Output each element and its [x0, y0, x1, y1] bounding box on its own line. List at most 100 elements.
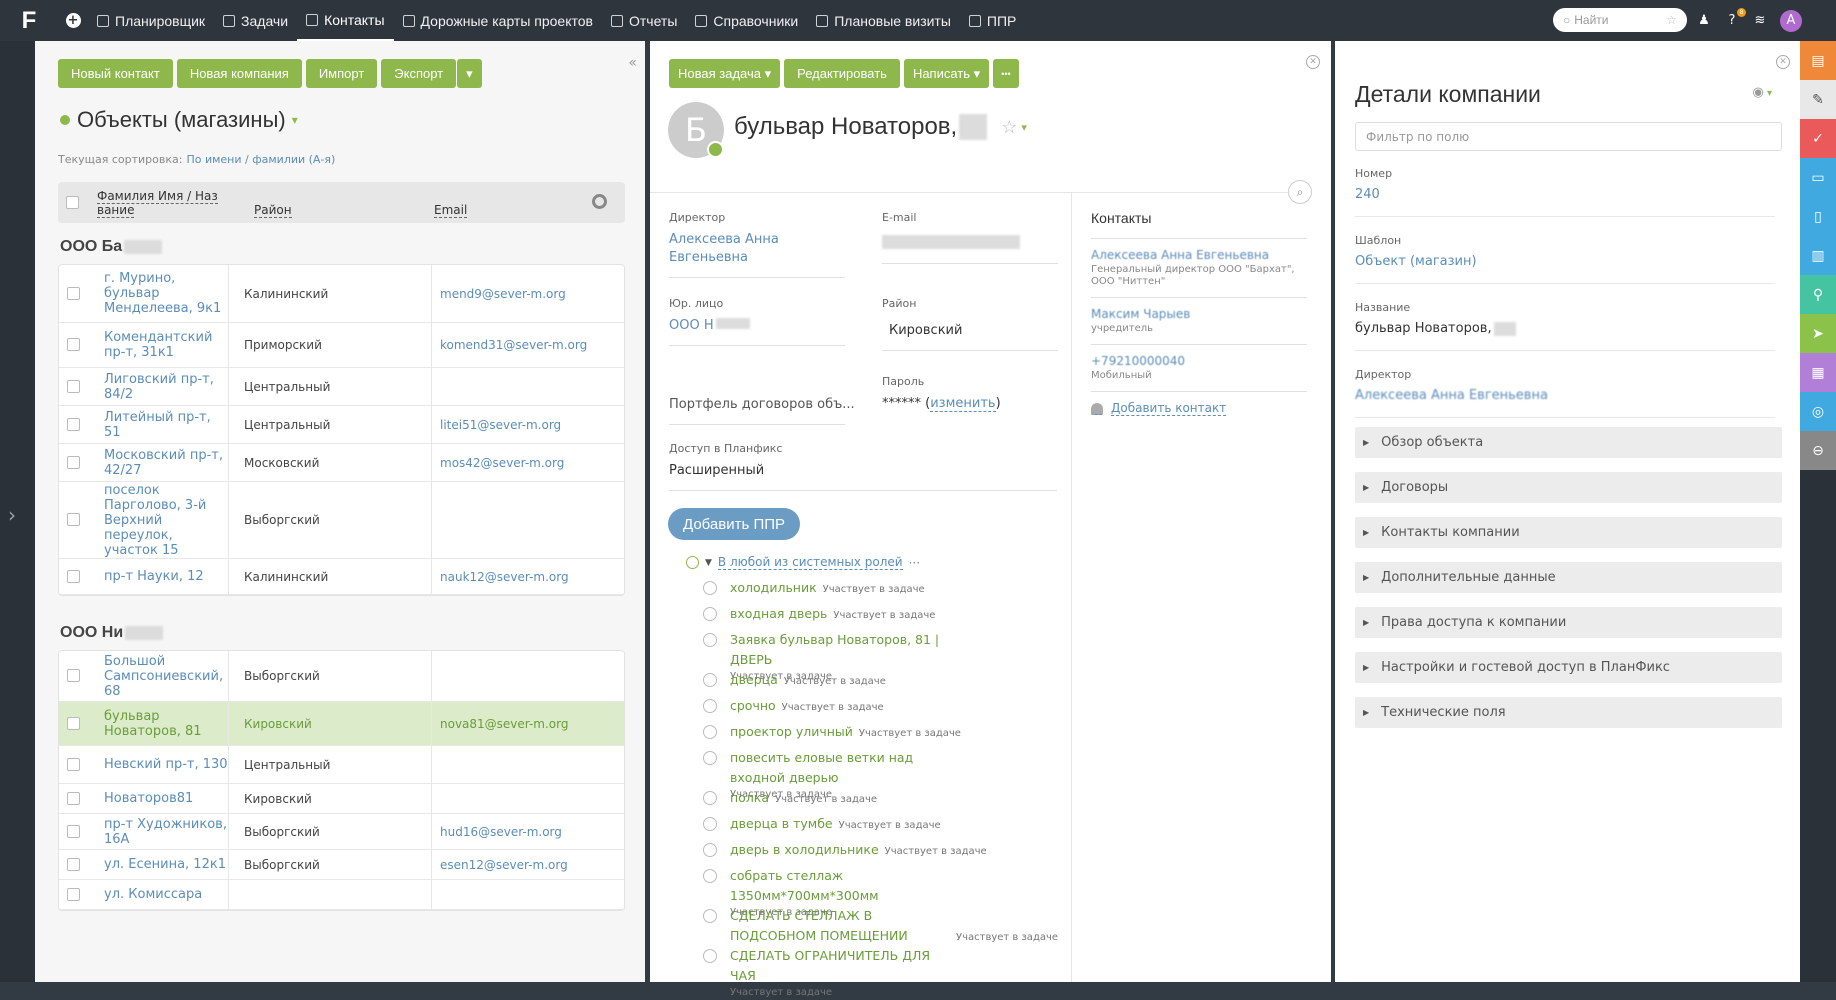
row-email[interactable]: nauk12@sever-m.org — [432, 559, 624, 594]
sort-link[interactable]: По имени / фамилии (А-я) — [186, 153, 335, 166]
close-icon[interactable]: ✕ — [1306, 55, 1320, 69]
task-title[interactable]: Заявка бульвар Новаторов, 81 | ДВЕРЬ — [730, 630, 950, 670]
planfix-logo[interactable]: F — [0, 0, 58, 41]
search-icon[interactable]: ⌕ — [1288, 180, 1312, 204]
task-title[interactable]: собрать стеллаж 1350мм*700мм*300мм — [730, 866, 950, 906]
accordion-section[interactable]: ▶ Дополнительные данные — [1355, 562, 1782, 593]
row-email[interactable]: hud16@sever-m.org — [432, 814, 624, 849]
table-row[interactable]: поселок Парголово, 3-й Верхний переулок,… — [59, 482, 624, 559]
select-all-checkbox[interactable] — [66, 196, 79, 209]
task-title[interactable]: холодильник — [730, 578, 817, 598]
director-link[interactable]: Алексеева Анна Евгеньевна — [669, 231, 779, 267]
header-name[interactable]: Фамилия Имя / Наз вание — [97, 188, 219, 218]
side-tool-icon-10[interactable]: ⊖ — [1800, 431, 1836, 470]
task-item[interactable]: проектор уличный Участвует в задаче — [703, 722, 961, 744]
row-name[interactable]: пр-т Науки, 12 — [59, 559, 229, 594]
edit-avatar-icon[interactable] — [707, 141, 724, 158]
more-icon[interactable]: ··· — [909, 556, 920, 570]
table-row[interactable]: ул. Комиссара — [59, 880, 624, 910]
field-filter-input[interactable]: Фильтр по полю — [1355, 122, 1782, 151]
row-email[interactable] — [432, 880, 624, 909]
header-district[interactable]: Район — [254, 189, 427, 218]
row-name[interactable]: г. Мурино, бульвар Менделеева, 9к1 — [59, 265, 229, 322]
nav-item-0[interactable]: Планировщик — [88, 0, 214, 41]
row-checkbox[interactable] — [67, 716, 80, 730]
nav-item-2[interactable]: Контакты — [297, 0, 394, 41]
task-item[interactable]: дверца в тумбе Участвует в задаче — [703, 814, 941, 836]
table-row[interactable]: Большой Сампсониевский, 68 Выборгский — [59, 651, 624, 702]
row-checkbox[interactable] — [67, 417, 80, 431]
task-title[interactable]: повесить еловые ветки над входной дверью — [730, 748, 950, 788]
table-row[interactable]: ул. Есенина, 12к1 Выборгский esen12@sever-… — [59, 850, 624, 880]
detail-value[interactable]: 240 — [1355, 187, 1775, 202]
import-button[interactable]: Импорт — [305, 59, 378, 88]
table-row[interactable]: Литейный пр-т, 51 Центральный litei51@seve… — [59, 406, 624, 444]
new-company-button[interactable]: Новая компания — [176, 59, 302, 88]
nav-item-1[interactable]: Задачи — [214, 0, 297, 41]
eye-icon[interactable]: ◉ ▾ — [1752, 85, 1772, 100]
task-status-circle[interactable] — [703, 909, 717, 923]
row-name[interactable]: бульвар Новаторов, 81 — [59, 702, 229, 745]
row-name[interactable]: Московский пр-т, 42/27 — [59, 444, 229, 481]
task-status-circle[interactable] — [703, 949, 717, 963]
row-checkbox[interactable] — [67, 513, 80, 526]
task-title[interactable]: срочно — [730, 696, 776, 716]
list-title[interactable]: Объекты (магазины) ▾ — [60, 107, 298, 133]
nav-item-3[interactable]: Дорожные карты проектов — [394, 0, 602, 41]
chevron-down-icon[interactable]: ▾ — [1021, 121, 1027, 134]
task-title[interactable]: СДЕЛАТЬ СТЕЛЛАЖ В ПОДСОБНОМ ПОМЕЩЕНИИ — [730, 906, 950, 946]
task-status-circle[interactable] — [703, 725, 717, 739]
export-menu-button[interactable]: ▾ — [457, 59, 482, 88]
row-email[interactable] — [432, 368, 624, 405]
side-tool-icon-4[interactable]: ▯ — [1800, 197, 1836, 236]
task-title[interactable]: входная дверь — [730, 604, 827, 624]
row-checkbox[interactable] — [67, 757, 80, 771]
task-item[interactable]: холодильник Участвует в задаче — [703, 578, 925, 600]
nav-item-6[interactable]: Плановые визиты — [807, 0, 960, 41]
row-checkbox[interactable] — [67, 286, 80, 300]
nav-item-7[interactable]: ППР — [960, 0, 1025, 41]
row-checkbox[interactable] — [67, 791, 80, 805]
side-tool-icon-6[interactable]: ⚲ — [1800, 275, 1836, 314]
task-item[interactable]: дверца Участвует в задаче — [703, 670, 886, 692]
row-name[interactable]: Комендантский пр-т, 31к1 — [59, 323, 229, 367]
row-checkbox[interactable] — [67, 338, 80, 351]
row-email[interactable] — [432, 784, 624, 813]
row-name[interactable]: ул. Комиссара — [59, 880, 229, 909]
accordion-section[interactable]: ▶ Договоры — [1355, 472, 1782, 503]
side-tool-icon-1[interactable]: ✎ — [1800, 80, 1836, 119]
table-row[interactable]: Новаторов81 Кировский — [59, 784, 624, 814]
row-email[interactable]: mend9@sever-m.org — [432, 265, 624, 322]
legal-entity-link[interactable]: ООО Н — [669, 317, 845, 335]
task-item[interactable]: входная дверь Участвует в задаче — [703, 604, 935, 626]
accordion-section[interactable]: ▶ Технические поля — [1355, 697, 1782, 728]
contact-name[interactable]: +79210000040 — [1091, 354, 1307, 368]
row-email[interactable]: esen12@sever-m.org — [432, 850, 624, 879]
nav-item-5[interactable]: Справочники — [686, 0, 807, 41]
row-email[interactable]: litei51@sever-m.org — [432, 406, 624, 443]
header-email[interactable]: Email — [434, 189, 468, 218]
edit-button[interactable]: Редактировать — [784, 59, 900, 88]
task-title[interactable]: проектор уличный — [730, 722, 853, 742]
task-status-circle[interactable] — [703, 869, 717, 883]
task-item[interactable]: СДЕЛАТЬ СТЕЛЛАЖ В ПОДСОБНОМ ПОМЕЩЕНИИ Уча… — [703, 906, 1058, 948]
row-checkbox[interactable] — [67, 379, 80, 393]
row-checkbox[interactable] — [67, 824, 80, 838]
global-search-input[interactable]: ○ Найти ☆ — [1553, 8, 1687, 32]
side-tool-icon-0[interactable]: ▤ — [1800, 41, 1836, 80]
write-button[interactable]: Написать ▾ — [903, 59, 990, 88]
row-checkbox[interactable] — [67, 857, 80, 871]
user-avatar[interactable]: A — [1780, 9, 1802, 32]
table-row[interactable]: Лиговский пр-т, 84/2 Центральный — [59, 368, 624, 406]
bell-icon[interactable]: ♟ — [1696, 13, 1712, 29]
row-name[interactable]: Новаторов81 — [59, 784, 229, 813]
task-status-circle[interactable] — [703, 673, 717, 687]
detail-value[interactable]: Алексеева Анна Евгеньевна — [1355, 388, 1775, 403]
task-status-circle[interactable] — [703, 791, 717, 805]
side-tool-icon-5[interactable]: ▥ — [1800, 236, 1836, 275]
close-icon[interactable]: ✕ — [1776, 55, 1790, 69]
row-name[interactable]: Лиговский пр-т, 84/2 — [59, 368, 229, 405]
nav-item-4[interactable]: Отчеты — [602, 0, 686, 41]
gear-icon[interactable] — [592, 194, 607, 209]
table-row[interactable]: Невский пр-т, 130 Центральный — [59, 746, 624, 784]
